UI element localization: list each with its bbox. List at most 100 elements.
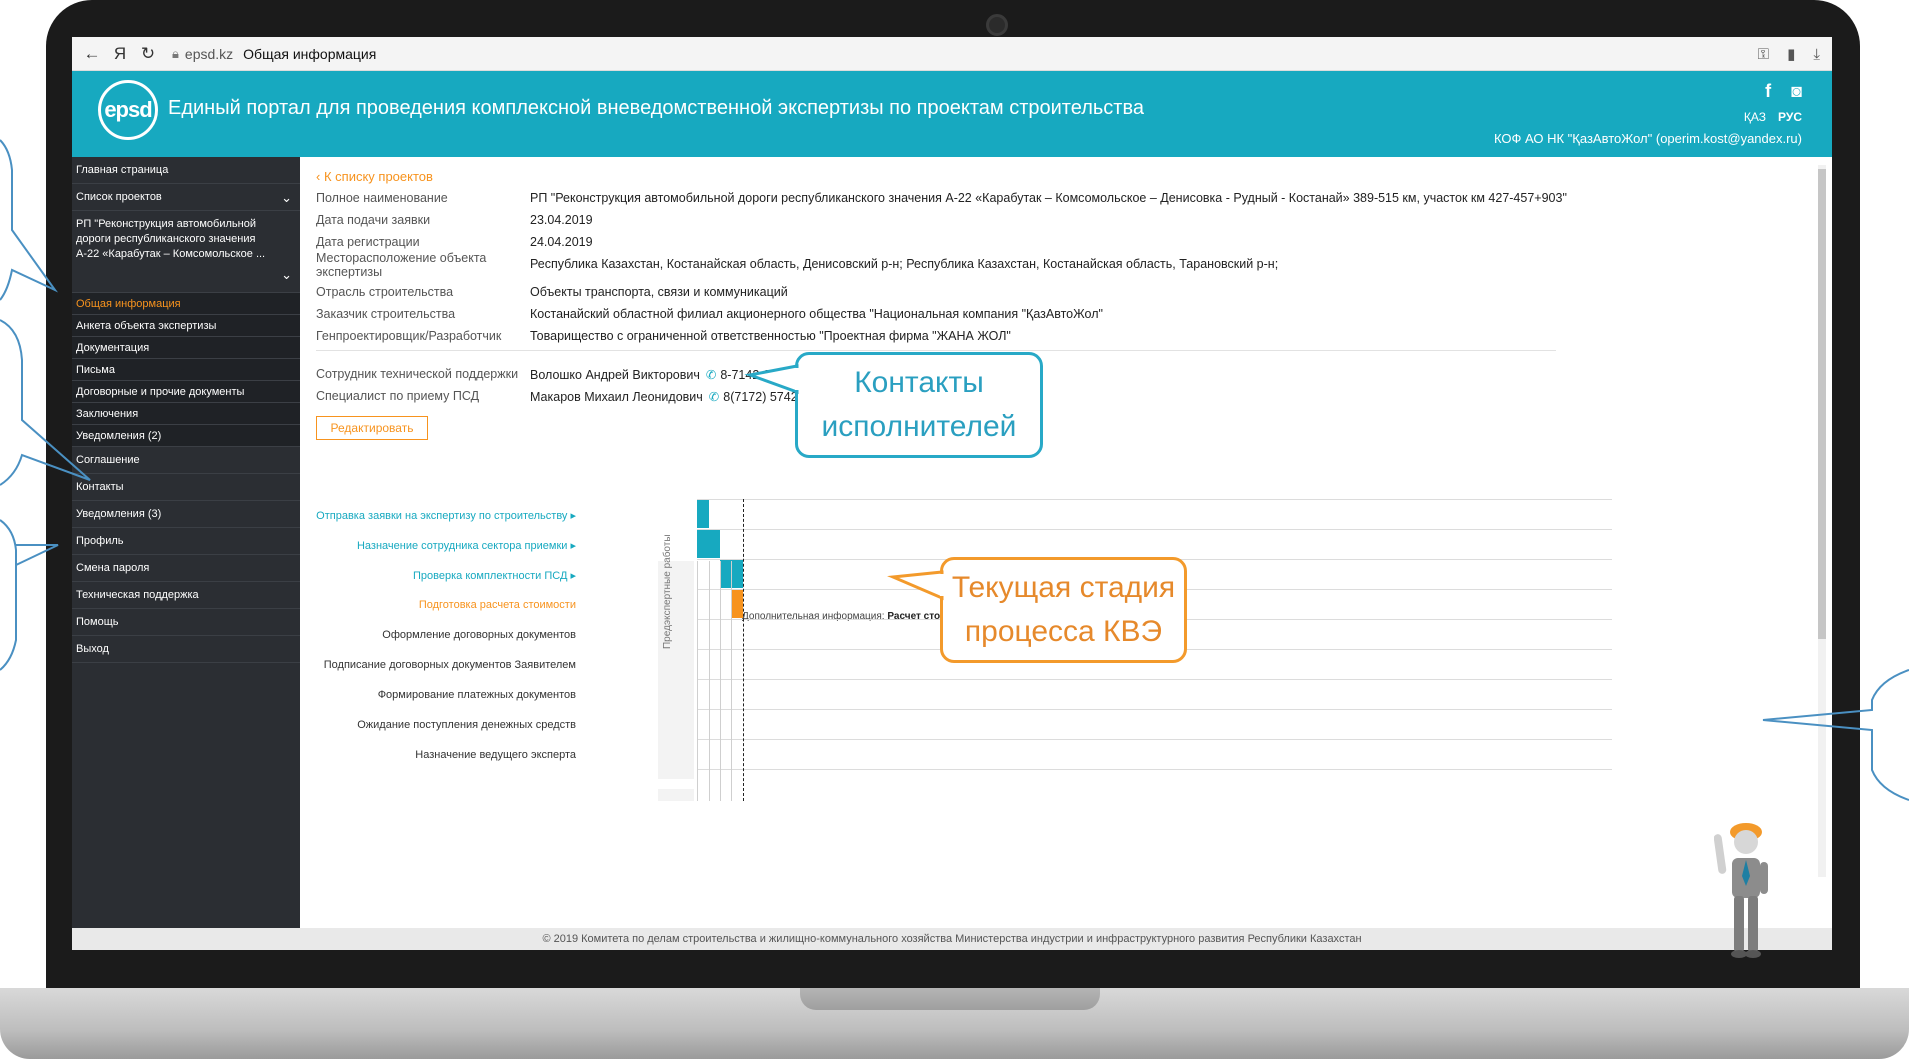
info-label: Генпроектировщик/Разработчик <box>316 329 502 343</box>
info-value: РП "Реконструкция автомобильной дороги р… <box>530 191 1567 205</box>
sidebar-current-project[interactable]: РП "Реконструкция автомобильной дороги р… <box>72 211 300 293</box>
bookmark-icon[interactable]: ▮ <box>1787 45 1795 63</box>
lang-ru[interactable]: РУС <box>1778 110 1802 124</box>
gantt-row-line <box>697 679 1612 680</box>
callout-contacts: Контакты исполнителей <box>795 352 1043 458</box>
info-value: 24.04.2019 <box>530 235 593 249</box>
sidebar-item-help[interactable]: Помощь <box>72 609 300 636</box>
contact-name: Волошко Андрей Викторович <box>530 368 700 382</box>
sidebar-item-label: Список проектов <box>76 191 162 203</box>
info-label: Месторасположение объекта экспертизы <box>316 251 487 279</box>
chevron-down-icon[interactable]: ⌄ <box>281 184 292 211</box>
gantt-row-line <box>697 499 1612 500</box>
sidebar-item-general-info[interactable]: Общая информация <box>72 293 300 315</box>
sidebar-item-main-page[interactable]: Главная страница <box>72 157 300 184</box>
footer-copyright: © 2019 Комитета по делам строительства и… <box>72 928 1832 950</box>
contact-label: Сотрудник технической поддержки <box>316 367 519 381</box>
sidebar-item-profile[interactable]: Профиль <box>72 528 300 555</box>
yandex-icon[interactable]: Я <box>106 44 134 64</box>
info-label: Дата подачи заявки <box>316 213 431 227</box>
language-switch: ҚАЗ РУС <box>1744 110 1802 124</box>
browser-toolbar: ← Я ↻ 🔒︎ epsd.kz Общая информация ⚿ ▮ ⤓ <box>72 37 1832 71</box>
gantt-today-line <box>743 499 744 801</box>
lock-icon: 🔒︎ <box>172 45 179 61</box>
sidebar-item-project-notifications[interactable]: Уведомления (2) <box>72 425 300 447</box>
back-to-projects-link[interactable]: ‹ К списку проектов <box>316 169 433 184</box>
gantt-stage-label: Оформление договорных документов <box>382 629 576 641</box>
sidebar: Главная страница Список проектов ⌄ РП "Р… <box>72 157 300 928</box>
info-label: Заказчик строительства <box>316 307 456 321</box>
facebook-icon[interactable]: f <box>1765 81 1771 102</box>
main-content: ‹ К списку проектов Полное наименование … <box>300 157 1832 928</box>
sidebar-item-notifications[interactable]: Уведомления (3) <box>72 501 300 528</box>
sidebar-project-name: РП "Реконструкция автомобильной дороги р… <box>76 218 266 260</box>
gantt-stage-label: Ожидание поступления денежных средств <box>357 719 576 731</box>
info-value: Товарищество с ограниченной ответственно… <box>530 329 1011 343</box>
gantt-row-line <box>697 529 1612 530</box>
extra-info-label: Дополнительная информация: <box>742 611 885 622</box>
site-header: epsd Единый портал для проведения компле… <box>72 71 1832 157</box>
site-title: Единый портал для проведения комплексной… <box>168 97 1144 119</box>
phase-block <box>658 789 694 801</box>
back-arrow-icon[interactable]: ← <box>78 44 106 64</box>
info-label: Дата регистрации <box>316 235 420 249</box>
sidebar-item-letters[interactable]: Письма <box>72 359 300 381</box>
phase-label: Предэкспертные работы <box>662 534 673 649</box>
laptop-notch <box>800 988 1100 1010</box>
gantt-grid-line <box>731 561 732 801</box>
gantt-stage-label: Подготовка расчета стоимости <box>418 599 576 611</box>
sidebar-item-questionnaire[interactable]: Анкета объекта экспертизы <box>72 315 300 337</box>
gantt-bar <box>731 590 743 618</box>
contact-value: Волошко Андрей Викторович ✆ 8-7142-39-10-3… <box>530 367 813 382</box>
chevron-down-icon[interactable]: ⌄ <box>281 267 292 282</box>
contact-name: Макаров Михаил Леонидович <box>530 390 703 404</box>
phone-icon: ✆ <box>705 368 717 382</box>
gantt-bar <box>697 500 709 528</box>
user-account[interactable]: КОФ АО НК "ҚазАвтоЖол" (operim.kost@yand… <box>1494 131 1802 146</box>
gantt-grid-line <box>709 561 710 801</box>
contact-value: Макаров Михаил Леонидович ✆ 8(7172) 574228 <box>530 389 812 404</box>
epsd-logo[interactable]: epsd <box>98 80 158 140</box>
gantt-stage-label: Назначение ведущего эксперта <box>415 749 576 761</box>
phone-icon: ✆ <box>708 390 720 404</box>
sidebar-item-agreement[interactable]: Соглашение <box>72 447 300 474</box>
helper-mascot-icon[interactable] <box>1714 820 1774 970</box>
info-value: Республика Казахстан, Костанайская облас… <box>530 257 1279 271</box>
chevron-left-icon: ‹ <box>316 169 321 184</box>
gantt-row-line <box>697 739 1612 740</box>
sidebar-item-conclusions[interactable]: Заключения <box>72 403 300 425</box>
gantt-stage-label[interactable]: Отправка заявки на экспертизу по строите… <box>316 509 576 522</box>
edit-button[interactable]: Редактировать <box>316 416 428 440</box>
sidebar-item-contacts[interactable]: Контакты <box>72 474 300 501</box>
sidebar-item-projects-list[interactable]: Список проектов ⌄ <box>72 184 300 211</box>
info-label: Отрасль строительства <box>316 285 454 299</box>
info-value: Костанайский областной филиал акционерно… <box>530 307 1103 321</box>
info-value: Объекты транспорта, связи и коммуникаций <box>530 285 788 299</box>
section-divider <box>316 350 1556 351</box>
instagram-icon[interactable]: ◙ <box>1791 81 1802 102</box>
contact-label: Специалист по приему ПСД <box>316 389 480 403</box>
lang-kz[interactable]: ҚАЗ <box>1744 110 1766 124</box>
sidebar-item-contract-docs[interactable]: Договорные и прочие документы <box>72 381 300 403</box>
download-icon[interactable]: ⤓ <box>1813 46 1820 63</box>
browser-actions: ⚿ ▮ ⤓ <box>1758 37 1820 71</box>
sidebar-item-change-password[interactable]: Смена пароля <box>72 555 300 582</box>
gantt-row-line <box>697 709 1612 710</box>
gantt-stage-label[interactable]: Назначение сотрудника сектора приемки ▸ <box>357 539 576 552</box>
key-icon[interactable]: ⚿ <box>1758 46 1769 63</box>
url-domain[interactable]: epsd.kz <box>185 46 233 62</box>
info-label: Полное наименование <box>316 191 448 205</box>
info-value: 23.04.2019 <box>530 213 593 227</box>
gantt-stage-label: Подписание договорных документов Заявите… <box>323 659 576 671</box>
social-links: f ◙ <box>1765 81 1802 102</box>
screen: ← Я ↻ 🔒︎ epsd.kz Общая информация ⚿ ▮ ⤓ … <box>72 37 1832 950</box>
gantt-stage-label: Формирование платежных документов <box>377 689 576 701</box>
back-link-label: К списку проектов <box>323 169 433 184</box>
sidebar-item-documentation[interactable]: Документация <box>72 337 300 359</box>
sidebar-item-logout[interactable]: Выход <box>72 636 300 663</box>
reload-icon[interactable]: ↻ <box>134 44 162 64</box>
gantt-stage-label[interactable]: Проверка комплектности ПСД ▸ <box>413 569 576 582</box>
gantt-grid-line <box>720 561 721 801</box>
sidebar-item-tech-support[interactable]: Техническая поддержка <box>72 582 300 609</box>
page-tab-title: Общая информация <box>243 45 377 62</box>
